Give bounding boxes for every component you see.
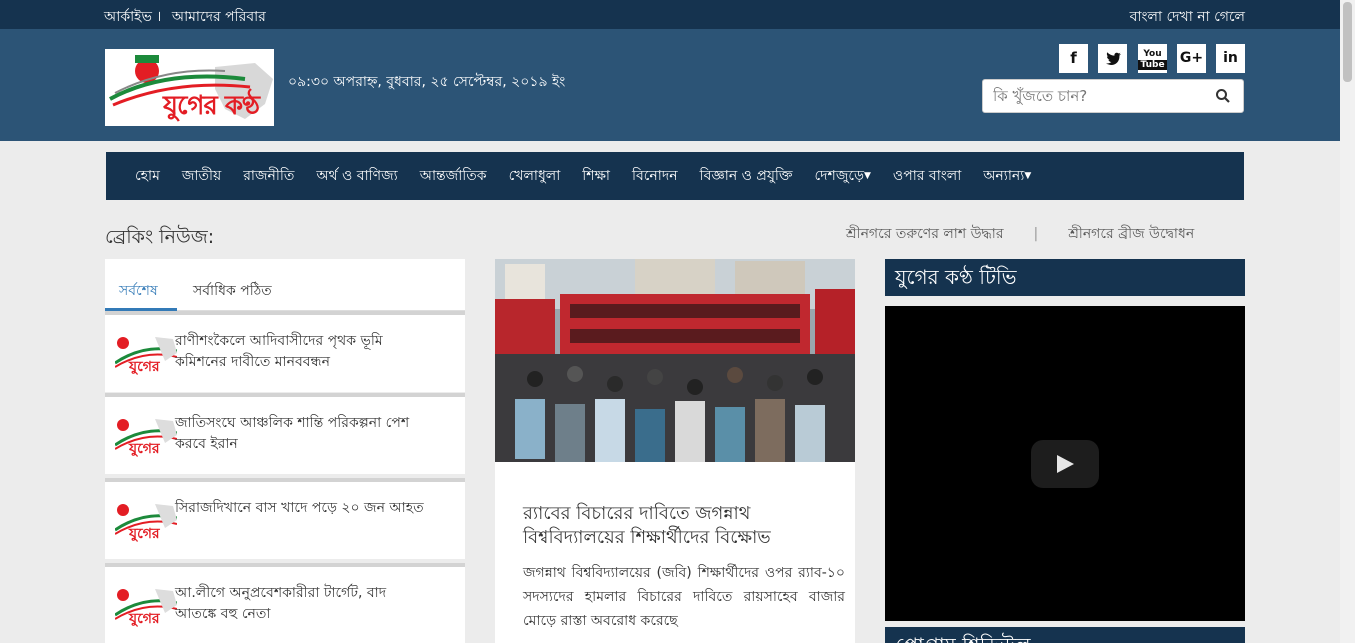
news-tabs: সর্বশেষ সর্বাধিক পঠিত: [105, 259, 465, 311]
breaking-news-ticker: শ্রীনগরে তরুণের লাশ উদ্ধার | শ্রীনগরে ব্রী…: [846, 222, 1194, 246]
video-player[interactable]: [885, 306, 1245, 621]
ticker-separator: |: [1033, 226, 1039, 242]
breaking-news-item[interactable]: শ্রীনগরে তরুণের লাশ উদ্ধার: [846, 226, 1004, 242]
nav-item-entertainment[interactable]: বিনোদন: [632, 164, 678, 188]
family-link[interactable]: আমাদের পরিবার: [172, 9, 266, 25]
search-input[interactable]: [993, 85, 1203, 107]
nav-item-economy[interactable]: অর্থ ও বাণিজ্য: [316, 164, 397, 188]
google-plus-icon[interactable]: G+: [1177, 44, 1206, 73]
news-thumbnail: যুগের: [115, 500, 177, 548]
nav-item-education[interactable]: শিক্ষা: [582, 164, 610, 188]
nav-item-home[interactable]: হোম: [135, 164, 160, 188]
list-item[interactable]: যুগের জাতিসংঘে আঞ্চলিক শান্তি পরিকল্পনা …: [105, 393, 465, 474]
lead-story-body: জগন্নাথ বিশ্ববিদ্যালয়ের (জবি) শিক্ষার্থ…: [523, 565, 845, 629]
news-thumbnail: যুগের: [115, 333, 177, 381]
nav-item-politics[interactable]: রাজনীতি: [243, 164, 294, 188]
thumbnail-text: যুগের: [129, 611, 160, 627]
lead-story-photo[interactable]: [495, 259, 855, 462]
nav-item-country[interactable]: দেশজুড়ে▼: [815, 164, 871, 188]
nav-item-science-tech[interactable]: বিজ্ঞান ও প্রযুক্তি: [700, 164, 793, 188]
program-schedule-title: প্রোগ্রাম শিডিউল: [885, 627, 1245, 643]
tab-most-read[interactable]: সর্বাধিক পঠিত: [193, 279, 272, 303]
news-thumbnail: যুগের: [115, 415, 177, 463]
search-box: [982, 79, 1244, 113]
lead-story: র‍্যাবের বিচারের দাবিতে জগন্নাথ বিশ্ববিদ…: [495, 259, 855, 643]
tab-latest[interactable]: সর্বশেষ: [119, 279, 158, 303]
twitter-icon[interactable]: [1098, 44, 1127, 73]
facebook-icon[interactable]: f: [1059, 44, 1088, 73]
thumbnail-text: যুগের: [129, 359, 160, 375]
play-button[interactable]: [1031, 440, 1099, 488]
current-datetime: ০৯:৩০ অপরাহ্ন, বুধবার, ২৫ সেপ্টেম্বর, ২০…: [288, 74, 566, 90]
news-title[interactable]: সিরাজদিখানে বাস খাদে পড়ে ২০ জন আহত: [175, 498, 425, 519]
archive-link[interactable]: আর্কাইভ ।: [104, 9, 161, 25]
thumbnail-text: যুগের: [129, 526, 160, 542]
search-icon[interactable]: [1215, 88, 1231, 104]
linkedin-icon[interactable]: in: [1216, 44, 1245, 73]
nav-item-country-label: দেশজুড়ে: [814, 168, 864, 184]
nav-item-others-label: অন্যান্য: [983, 168, 1025, 184]
caret-down-icon: ▼: [863, 171, 871, 181]
nav-item-others[interactable]: অন্যান্য▼: [983, 164, 1031, 188]
page-scrollbar[interactable]: [1340, 0, 1355, 643]
nav-item-sports[interactable]: খেলাধুলা: [509, 164, 561, 188]
top-bar: আর্কাইভ । আমাদের পরিবার বাংলা দেখা না গে…: [0, 0, 1355, 29]
play-icon: [1057, 455, 1074, 473]
lead-story-headline[interactable]: র‍্যাবের বিচারের দাবিতে জগন্নাথ বিশ্ববিদ…: [523, 502, 833, 550]
site-logo[interactable]: যুগের কণ্ঠ: [105, 49, 274, 126]
news-thumbnail: যুগের: [115, 585, 177, 633]
scrollbar-thumb[interactable]: [1343, 2, 1352, 82]
nav-item-opar-bangla[interactable]: ওপার বাংলা: [893, 164, 961, 188]
tv-section-title: যুগের কণ্ঠ টিভি: [885, 259, 1245, 296]
site-header: যুগের কণ্ঠ ০৯:৩০ অপরাহ্ন, বুধবার, ২৫ সেপ…: [0, 29, 1355, 141]
breaking-news-label: ব্রেকিং নিউজ:: [105, 226, 215, 248]
list-item[interactable]: যুগের রাণীশংকৈলে আদিবাসীদের পৃথক ভূমি কম…: [105, 311, 465, 392]
logo-text: যুগের কণ্ঠ: [163, 91, 260, 121]
youtube-icon[interactable]: You Tube: [1138, 44, 1167, 73]
news-title[interactable]: আ.লীগে অনুপ্রবেশকারীরা টার্গেট, বাদ আতঙ্…: [175, 583, 425, 625]
nav-item-international[interactable]: আন্তর্জাতিক: [420, 164, 487, 188]
latest-news-panel: সর্বশেষ সর্বাধিক পঠিত যুগের রাণীশংকৈলে আ…: [105, 259, 465, 643]
news-title[interactable]: জাতিসংঘে আঞ্চলিক শান্তি পরিকল্পনা পেশ কর…: [175, 413, 425, 455]
news-title[interactable]: রাণীশংকৈলে আদিবাসীদের পৃথক ভূমি কমিশনের …: [175, 331, 425, 373]
thumbnail-text: যুগের: [129, 441, 160, 457]
caret-down-icon: ▼: [1024, 171, 1032, 181]
font-help-link[interactable]: বাংলা দেখা না গেলে: [1130, 5, 1245, 29]
breaking-news-item[interactable]: শ্রীনগরে ব্রীজ উদ্বোধন: [1068, 226, 1194, 242]
list-item[interactable]: যুগের সিরাজদিখানে বাস খাদে পড়ে ২০ জন আহ…: [105, 478, 465, 559]
top-links: আর্কাইভ । আমাদের পরিবার: [104, 5, 272, 29]
main-nav: হোম জাতীয় রাজনীতি অর্থ ও বাণিজ্য আন্তর্…: [106, 152, 1244, 200]
list-item[interactable]: যুগের আ.লীগে অনুপ্রবেশকারীরা টার্গেট, বা…: [105, 563, 465, 643]
nav-item-national[interactable]: জাতীয়: [182, 164, 221, 188]
